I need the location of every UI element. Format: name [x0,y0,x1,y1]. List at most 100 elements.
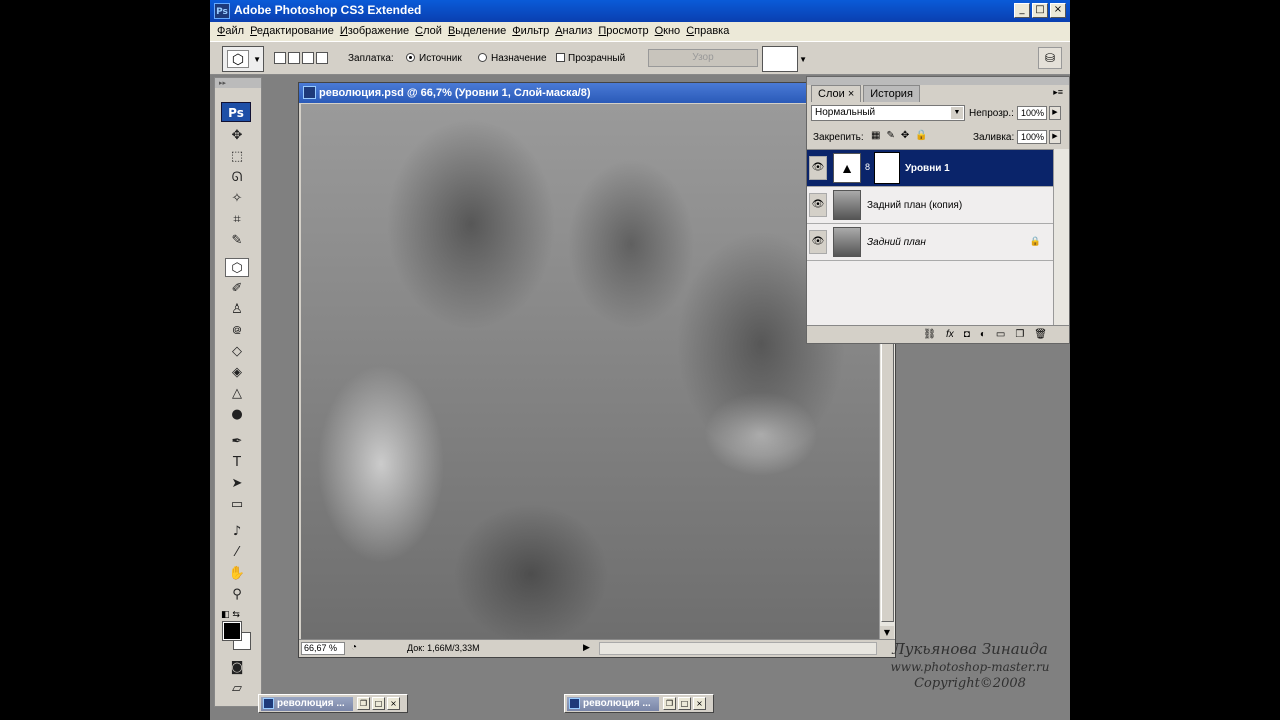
adjustment-icon[interactable]: ◐ [980,326,986,343]
opacity-field[interactable]: 100% [1017,106,1047,120]
tab-history[interactable]: История [863,85,920,102]
zoom-tool-icon[interactable]: ⚲ [225,585,249,604]
opacity-slider-icon[interactable]: ▶ [1049,106,1061,120]
lock-position-icon[interactable]: ✥ [901,130,909,141]
move-tool-icon[interactable]: ✥ [225,126,249,145]
fill-field[interactable]: 100% [1017,130,1047,144]
crop-tool-icon[interactable]: ⌗ [225,210,249,229]
shape-tool-icon[interactable]: ▭ [225,495,249,514]
toolbox-grip[interactable]: ▸▸ [215,78,261,88]
marquee-tool-icon[interactable]: ⬚ [225,147,249,166]
menu-filter[interactable]: Фильтр [509,22,552,41]
intersect-selection-icon[interactable] [316,52,328,64]
menu-layer[interactable]: Слой [412,22,445,41]
tool-preset-picker[interactable]: ⬡ ▼ [222,46,264,72]
quick-mask-icon[interactable]: ◙ [225,658,249,677]
scroll-down-icon[interactable]: ▼ [880,626,894,640]
patch-tool-icon[interactable]: ⬡ [225,258,249,277]
subtract-selection-icon[interactable] [302,52,314,64]
restore-icon[interactable]: ❐ [663,697,676,710]
minimized-document[interactable]: революция ... ❐ □ × [258,694,408,713]
folder-icon[interactable]: ▭ [996,326,1005,343]
pattern-swatch[interactable]: ▼ [762,46,807,72]
chain-icon[interactable]: 8 [865,162,870,172]
brush-tool-icon[interactable]: ✐ [225,279,249,298]
panel-grip[interactable] [807,77,1069,85]
destination-radio[interactable]: Назначение [478,53,547,64]
default-colors-icon[interactable]: ◧ ⇆ [221,610,240,620]
menu-window[interactable]: Окно [652,22,684,41]
eye-icon[interactable]: 👁 [809,156,827,180]
minimized-document[interactable]: революция ... ❐ □ × [564,694,714,713]
close-icon[interactable]: × [848,88,854,100]
path-select-tool-icon[interactable]: ➤ [225,474,249,493]
magic-wand-tool-icon[interactable]: ✧ [225,189,249,208]
stamp-tool-icon[interactable]: ♙ [225,300,249,319]
menu-select[interactable]: Выделение [445,22,509,41]
pen-tool-icon[interactable]: ✒ [225,432,249,451]
layer-row[interactable]: 👁 Задний план (копия) [807,187,1055,224]
new-layer-icon[interactable]: ❐ [1015,326,1024,343]
eyedropper-tool-icon[interactable]: ⁄ [225,543,249,562]
lock-all-icon[interactable]: 🔒 [915,130,927,141]
close-icon[interactable]: × [693,697,706,710]
menu-image[interactable]: Изображение [337,22,412,41]
panel-menu-icon[interactable]: ▸≡ [1053,87,1063,98]
fx-icon[interactable]: fx [946,326,954,343]
slice-tool-icon[interactable]: ✎ [225,231,249,250]
eye-icon[interactable]: 👁 [809,193,827,217]
menu-help[interactable]: Справка [683,22,732,41]
minimize-button[interactable]: _ [1014,3,1030,18]
menu-view[interactable]: Просмотр [595,22,651,41]
lock-pixels-icon[interactable]: ✎ [886,130,894,141]
blend-mode-select[interactable]: Нормальный ▼ [811,105,965,121]
foreground-color[interactable] [222,621,242,641]
menu-edit[interactable]: Редактирование [247,22,337,41]
image-canvas[interactable] [301,104,879,640]
new-selection-icon[interactable] [274,52,286,64]
link-icon[interactable]: ⛓ [923,326,936,343]
layers-panel: Слои × История ▸≡ Нормальный ▼ Непрозр.:… [806,76,1070,344]
maximize-icon[interactable]: □ [372,697,385,710]
hand-tool-icon[interactable]: ✋ [225,564,249,583]
restore-icon[interactable]: ❐ [357,697,370,710]
ps-logo[interactable]: Ps [221,102,251,122]
type-tool-icon[interactable]: T [225,453,249,472]
screen-mode-icon[interactable]: ▱ [225,679,249,698]
eraser-tool-icon[interactable]: ◇ [225,342,249,361]
zoom-field[interactable]: 66,67 % [301,642,345,655]
trash-icon[interactable]: 🗑 [1034,326,1047,343]
add-selection-icon[interactable] [288,52,300,64]
notes-tool-icon[interactable]: ♪ [225,522,249,541]
menu-analysis[interactable]: Анализ [552,22,595,41]
horizontal-scrollbar[interactable] [599,642,877,655]
eye-icon[interactable]: 👁 [809,230,827,254]
layer-row[interactable]: 👁 ▲ 8 Уровни 1 [807,150,1055,187]
layers-scrollbar[interactable] [1053,149,1069,325]
menu-file[interactable]: Файл [214,22,247,41]
transparent-checkbox[interactable]: Прозрачный [556,53,625,64]
use-pattern-button[interactable]: Узор [648,49,758,67]
blur-tool-icon[interactable]: △ [225,384,249,403]
history-brush-tool-icon[interactable]: ᪤ [225,321,249,340]
lock-transparency-icon[interactable]: ▦ [871,130,880,141]
layer-mask-thumbnail[interactable] [874,152,900,184]
layer-row[interactable]: 👁 Задний план 🔒 [807,224,1055,261]
paint-bucket-tool-icon[interactable]: ◈ [225,363,249,382]
close-button[interactable]: × [1050,3,1066,18]
maximize-icon[interactable]: □ [678,697,691,710]
source-radio[interactable]: Источник [406,53,462,64]
workspace-icon[interactable]: ⛁ [1038,47,1062,69]
toolbox: ▸▸ Ps ✥ ⬚ ᘏ ✧ ⌗ ✎ ⬡ ✐ ♙ ᪤ ◇ ◈ △ ● ✒ T ➤ … [214,77,262,707]
document-icon [263,698,274,709]
maximize-button[interactable]: □ [1032,3,1048,18]
close-icon[interactable]: × [387,697,400,710]
dodge-tool-icon[interactable]: ● [225,405,249,424]
status-menu-icon[interactable]: ◔ [351,642,357,653]
window-title: Adobe Photoshop CS3 Extended [234,3,422,17]
fill-slider-icon[interactable]: ▶ [1049,130,1061,144]
lasso-tool-icon[interactable]: ᘏ [225,168,249,187]
tab-layers[interactable]: Слои × [811,85,862,102]
mask-icon[interactable]: ◘ [964,326,970,343]
status-arrow-icon[interactable]: ▶ [583,642,590,653]
